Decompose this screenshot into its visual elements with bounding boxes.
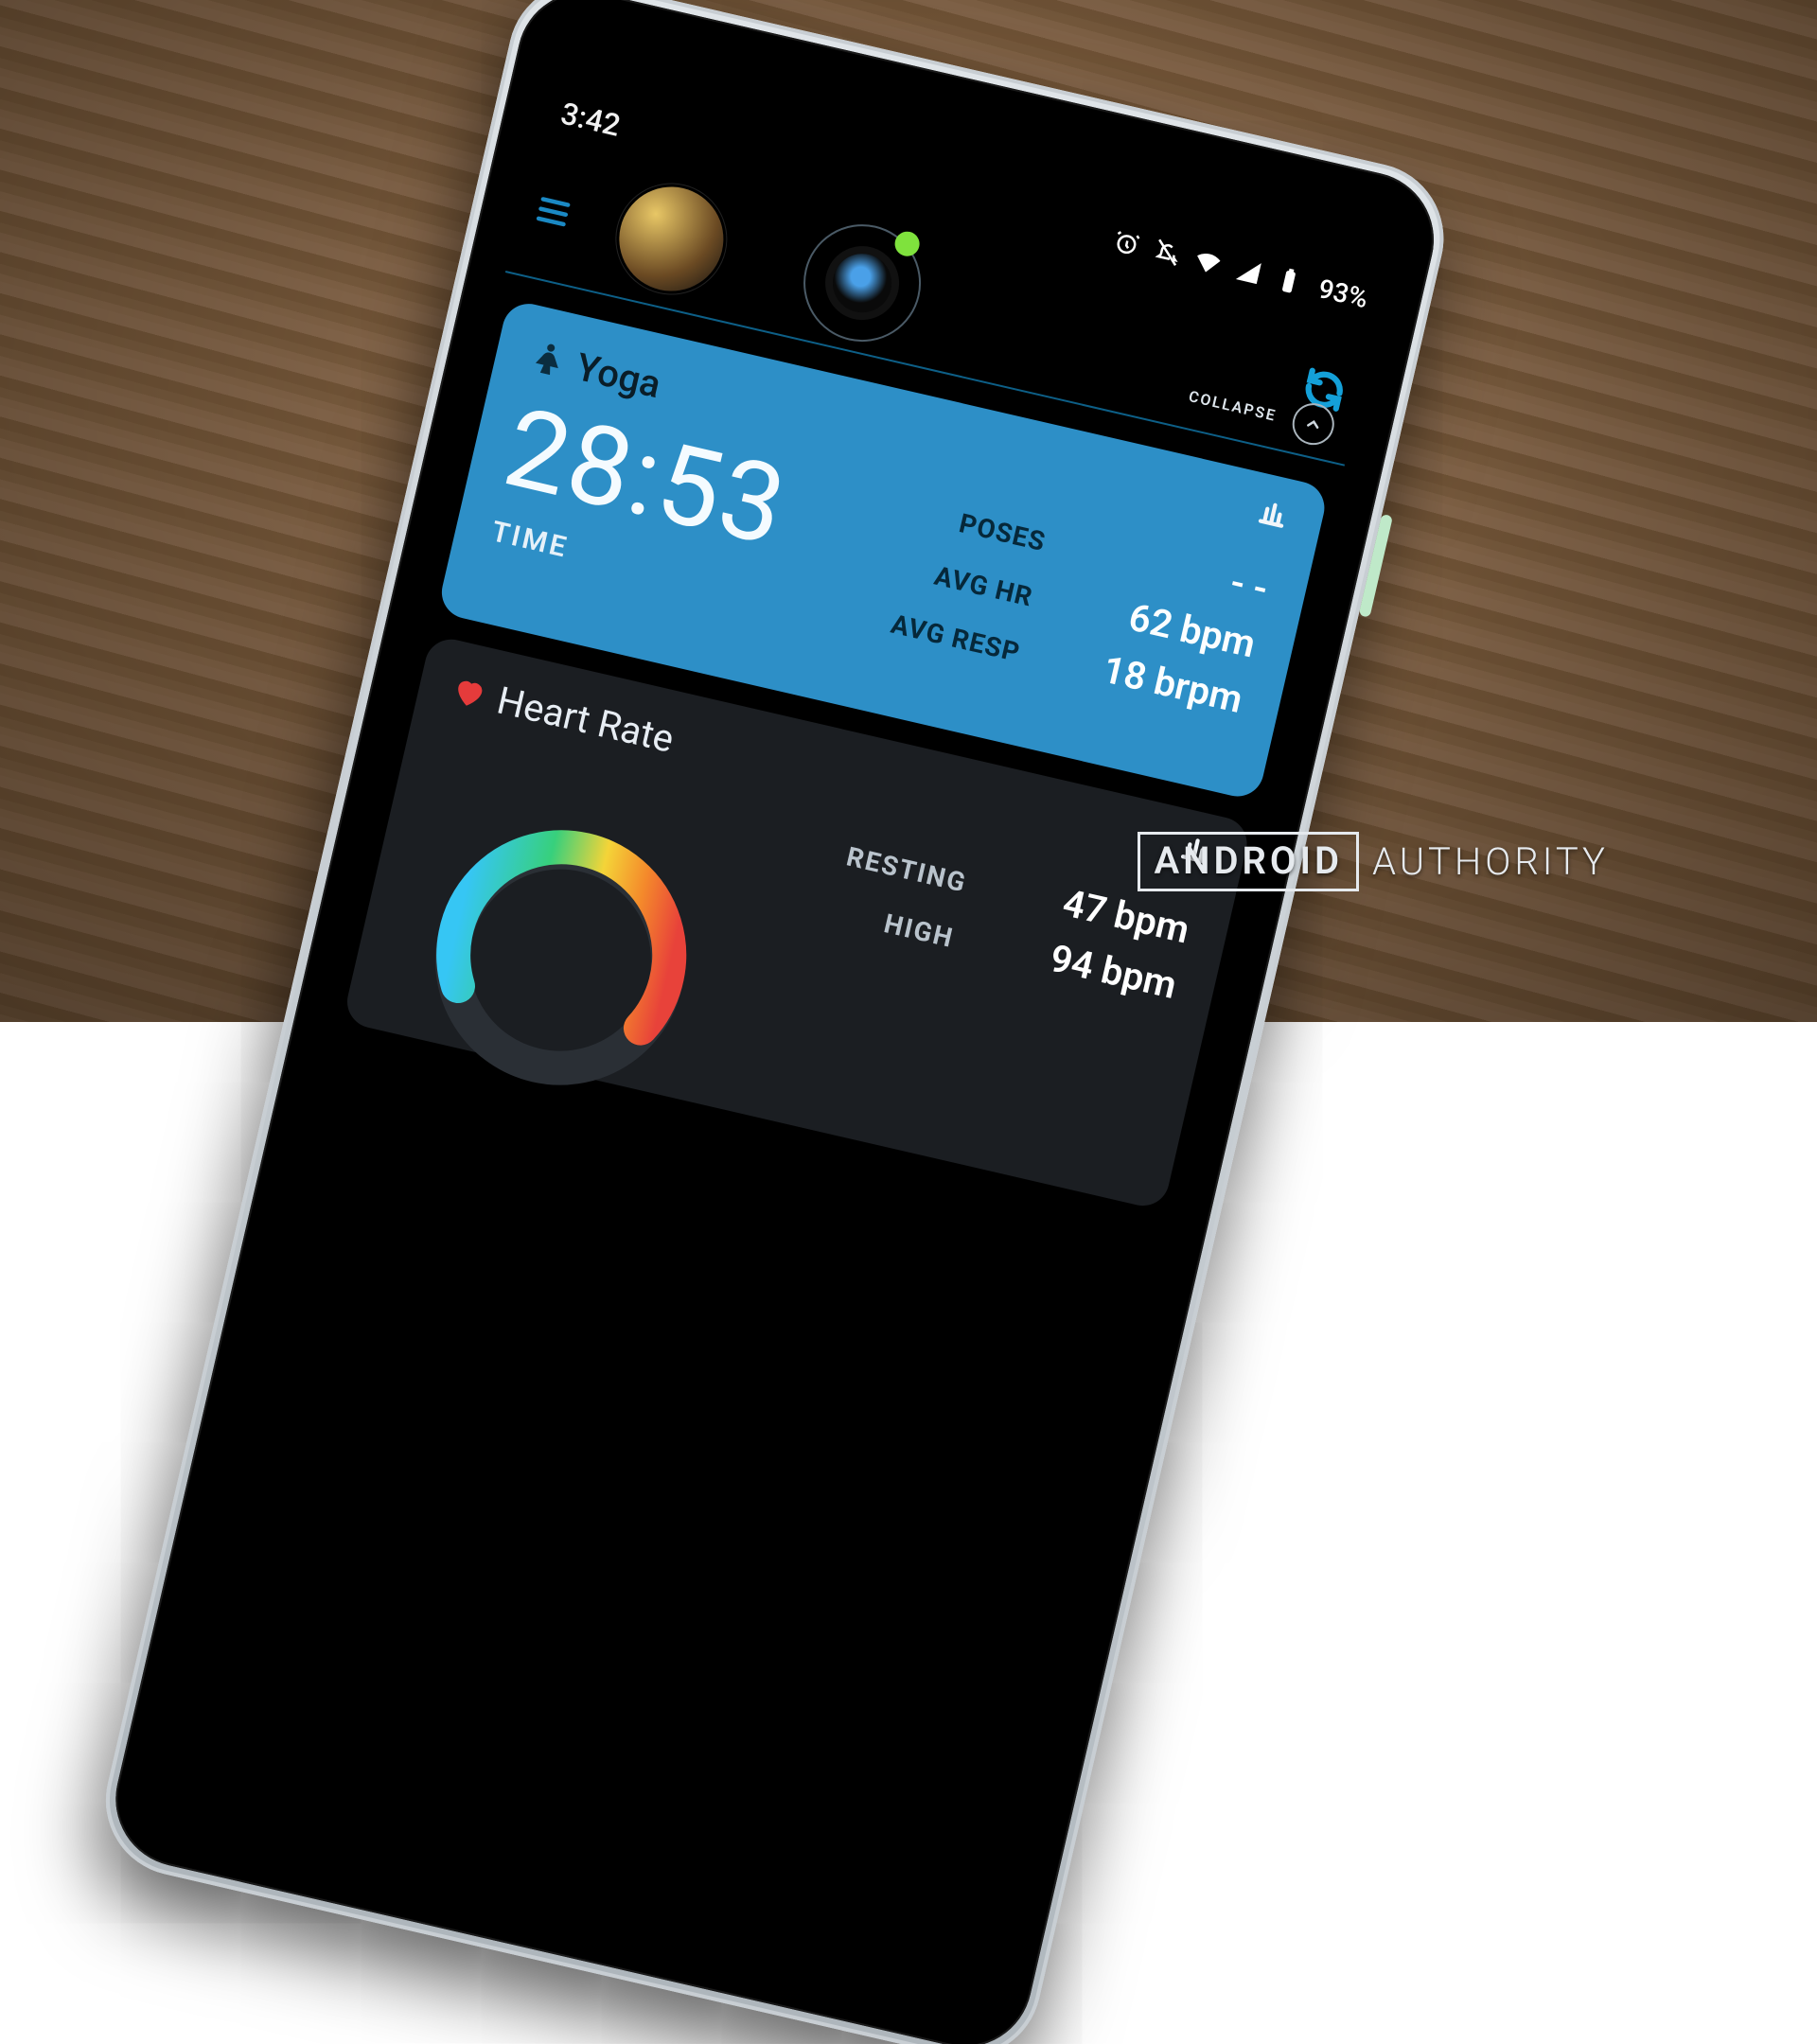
alarm-icon <box>1109 226 1143 260</box>
battery-percent: 93% <box>1315 273 1371 314</box>
yoga-icon <box>524 335 572 382</box>
metric-label: POSES <box>956 507 1049 557</box>
heart-icon <box>448 671 491 714</box>
wifi-icon <box>1191 245 1225 279</box>
signal-icon <box>1231 255 1265 289</box>
menu-icon[interactable] <box>528 190 578 233</box>
online-dot-icon <box>892 229 922 258</box>
avatar[interactable] <box>609 177 733 302</box>
watermark: ANDROID AUTHORITY <box>1138 832 1609 891</box>
watermark-boxed: ANDROID <box>1138 832 1359 891</box>
hr-gauge <box>393 776 733 1117</box>
dnd-off-icon <box>1150 236 1184 270</box>
phone-body: 3:42 93% <box>91 0 1458 2044</box>
metric-label: RESTING <box>843 840 969 898</box>
phone-screen: 3:42 93% <box>120 0 1429 2042</box>
watermark-rest: AUTHORITY <box>1372 839 1609 884</box>
metric-label: AVG HR <box>931 560 1035 613</box>
device-ring[interactable] <box>792 213 933 354</box>
photo-frame: 3:42 93% <box>182 102 1635 920</box>
metric-label: AVG RESP <box>888 608 1023 668</box>
collapse-label: COLLAPSE <box>1187 387 1279 425</box>
metric-label: HIGH <box>881 907 957 954</box>
status-time: 3:42 <box>557 96 624 144</box>
hr-title: Heart Rate <box>493 678 678 761</box>
bar-chart-icon[interactable] <box>1249 493 1297 534</box>
battery-icon <box>1272 263 1306 297</box>
watch-icon <box>827 248 897 318</box>
